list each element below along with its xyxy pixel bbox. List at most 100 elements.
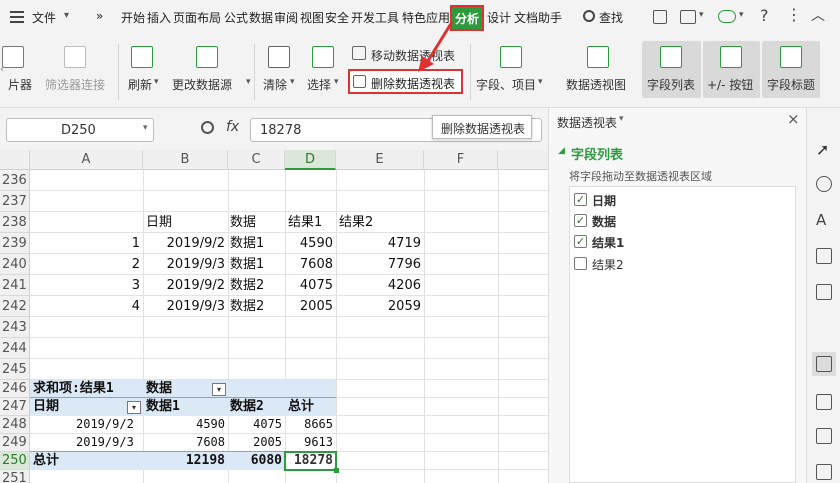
table-cell[interactable]: 数据1 — [230, 254, 264, 275]
table-cell[interactable]: 1 — [30, 233, 143, 254]
row-header[interactable]: 244 — [0, 338, 30, 359]
chevron-down-icon[interactable]: ▾ — [64, 10, 69, 21]
pivot-grand-value[interactable]: 6080 — [228, 450, 285, 471]
field-header-toggle[interactable]: 字段标题 — [762, 41, 820, 98]
file-menu[interactable]: 文件 — [32, 9, 56, 26]
table-cell[interactable]: 2019/9/2 — [143, 233, 228, 254]
table-cell[interactable]: 2005 — [285, 296, 336, 317]
tab-design[interactable]: 设计 — [487, 9, 511, 26]
print-icon[interactable] — [816, 464, 832, 480]
col-header-c[interactable]: C — [228, 150, 285, 170]
chevron-down-icon[interactable]: ▾ — [290, 77, 295, 87]
table-cell[interactable]: 7608 — [285, 254, 336, 275]
row-header[interactable]: 239 — [0, 233, 30, 254]
pivot-pane-icon[interactable] — [812, 352, 836, 376]
pivot-value[interactable]: 9613 — [285, 432, 336, 453]
calendar-icon[interactable] — [680, 10, 696, 24]
table-cell[interactable]: 2019/9/3 — [143, 296, 228, 317]
field-checkbox-result1[interactable]: ✓ — [574, 235, 587, 248]
refresh-button[interactable]: 刷新 — [128, 76, 152, 93]
row-header[interactable]: 250 — [0, 452, 30, 470]
row-header[interactable]: 236 — [0, 170, 30, 191]
row-header[interactable]: 247 — [0, 398, 30, 416]
col-header-b[interactable]: B — [143, 150, 228, 170]
search-icon[interactable] — [583, 10, 595, 22]
section-title[interactable]: 字段列表 — [571, 144, 623, 163]
header-result2[interactable]: 结果2 — [339, 212, 373, 233]
section-collapse-icon[interactable]: ◢ — [558, 146, 565, 156]
help-icon[interactable]: ? — [760, 6, 769, 25]
grid-icon[interactable] — [816, 284, 832, 300]
clear-button[interactable]: 清除 — [263, 76, 287, 93]
field-label-data[interactable]: 数据 — [592, 213, 616, 230]
search-label[interactable]: 查找 — [599, 9, 623, 26]
pivot-date-label[interactable]: 日期 — [33, 396, 59, 417]
active-cell[interactable]: 18278 — [284, 451, 339, 473]
table-cell[interactable]: 数据2 — [230, 296, 264, 317]
filter-dropdown-icon[interactable]: ▾ — [127, 401, 141, 414]
chevron-down-icon[interactable]: ▾ — [619, 114, 624, 124]
table-cell[interactable]: 2 — [30, 254, 143, 275]
row-header[interactable]: 248 — [0, 416, 30, 434]
table-cell[interactable]: 4206 — [336, 275, 424, 296]
chevron-down-icon[interactable]: ▾ — [154, 77, 159, 87]
col-header-e[interactable]: E — [336, 150, 424, 170]
pivot-row-date[interactable]: 2019/9/3 — [76, 432, 134, 453]
table-cell[interactable]: 7796 — [336, 254, 424, 275]
select-button[interactable]: 选择 — [307, 76, 331, 93]
row-header[interactable]: 251 — [0, 470, 30, 483]
select-all-corner[interactable] — [0, 150, 30, 170]
chevron-down-icon[interactable]: ▾ — [699, 10, 704, 20]
field-label-result1[interactable]: 结果1 — [592, 234, 624, 251]
table-cell[interactable]: 数据2 — [230, 275, 264, 296]
share-icon[interactable] — [653, 10, 667, 24]
chevron-down-icon[interactable]: ▾ — [334, 77, 339, 87]
table-icon[interactable] — [816, 248, 832, 264]
header-result1[interactable]: 结果1 — [288, 212, 322, 233]
collapse-icon[interactable]: ︿ — [811, 5, 825, 25]
fill-handle[interactable] — [334, 468, 339, 473]
slicer-button[interactable]: 片器 — [8, 76, 32, 93]
tab-home[interactable]: 开始 — [121, 9, 145, 26]
row-header[interactable]: 242 — [0, 296, 30, 317]
tab-formula[interactable]: 公式 — [224, 9, 248, 26]
tab-view[interactable]: 视图 — [300, 9, 324, 26]
share-out-icon[interactable] — [816, 428, 832, 444]
row-header[interactable]: 245 — [0, 359, 30, 380]
table-cell[interactable]: 数据1 — [230, 233, 264, 254]
header-date[interactable]: 日期 — [146, 212, 172, 233]
row-header[interactable]: 249 — [0, 434, 30, 452]
col-header-a[interactable]: A — [30, 150, 143, 170]
cursor-icon[interactable]: ➚ — [816, 142, 832, 158]
fx-icon[interactable]: fx — [226, 119, 239, 135]
tab-developer[interactable]: 开发工具 — [351, 9, 399, 26]
row-header[interactable]: 241 — [0, 275, 30, 296]
name-box[interactable]: D250 ▾ — [6, 118, 154, 142]
tab-page-layout[interactable]: 页面布局 — [173, 9, 221, 26]
more-tabs[interactable]: » — [96, 9, 103, 23]
chevron-down-icon[interactable]: ▾ — [246, 77, 251, 87]
field-checkbox-result2[interactable] — [574, 257, 587, 270]
row-header[interactable]: 243 — [0, 317, 30, 338]
field-checkbox-date[interactable]: ✓ — [574, 193, 587, 206]
pivot-grand-label[interactable]: 总计 — [33, 450, 59, 471]
chevron-down-icon[interactable]: ▾ — [538, 77, 543, 87]
field-checkbox-data[interactable]: ✓ — [574, 214, 587, 227]
table-cell[interactable]: 4 — [30, 296, 143, 317]
chevron-down-icon[interactable]: ▾ — [739, 10, 744, 20]
table-cell[interactable]: 2019/9/2 — [143, 275, 228, 296]
tab-doc-assistant[interactable]: 文档助手 — [514, 9, 562, 26]
tab-data[interactable]: 数据 — [249, 9, 273, 26]
pivot-grand-value[interactable]: 12198 — [143, 450, 228, 471]
tab-review[interactable]: 审阅 — [274, 9, 298, 26]
table-cell[interactable]: 2059 — [336, 296, 424, 317]
col-header-d[interactable]: D — [285, 150, 336, 170]
field-list-toggle[interactable]: 字段列表 — [642, 41, 701, 98]
pane-title[interactable]: 数据透视表 — [557, 114, 617, 131]
col-header-f[interactable]: F — [424, 150, 498, 170]
table-cell[interactable]: 4719 — [336, 233, 424, 254]
scroll-left-icon[interactable]: ‹ — [0, 64, 4, 75]
chevron-down-icon[interactable]: ▾ — [143, 123, 148, 133]
pivot-chart-button[interactable]: 数据透视图 — [566, 76, 626, 93]
cloud-sync-icon[interactable] — [718, 10, 736, 23]
